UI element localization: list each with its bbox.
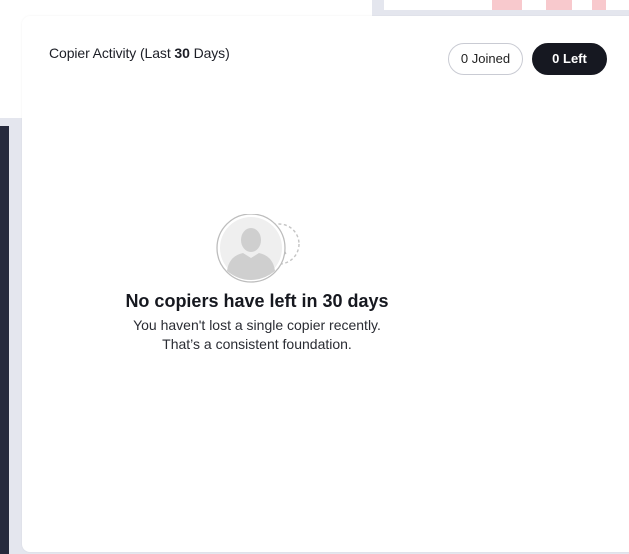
joined-toggle-button[interactable]: 0 Joined — [448, 43, 523, 75]
empty-state-line-1: You haven't lost a single copier recentl… — [133, 317, 381, 333]
background-chart-bar — [492, 0, 522, 10]
empty-state-title: No copiers have left in 30 days — [125, 291, 389, 311]
background-chart-bar — [546, 0, 572, 10]
empty-state: No copiers have left in 30 days You have… — [22, 214, 492, 354]
copier-activity-card: Copier Activity (Last 30 Days) 0 Joined … — [22, 16, 629, 552]
background-sidebar-edge — [0, 126, 9, 554]
background-chart-bar — [592, 0, 606, 10]
card-title-days: 30 — [174, 45, 190, 61]
user-left-icon — [216, 214, 300, 283]
empty-state-message: You haven't lost a single copier recentl… — [22, 316, 492, 354]
left-toggle-button[interactable]: 0 Left — [532, 43, 607, 75]
card-title: Copier Activity (Last 30 Days) — [49, 45, 230, 61]
empty-state-line-2: That’s a consistent foundation. — [162, 336, 352, 352]
